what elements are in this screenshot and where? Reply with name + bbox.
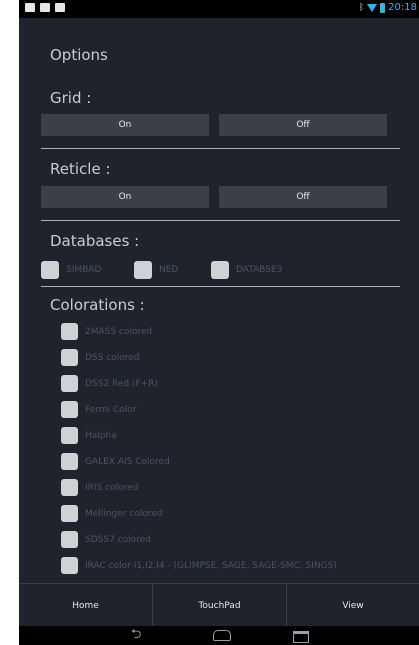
- coloration-checkbox[interactable]: 2MASS colored: [61, 323, 152, 340]
- divider: [41, 286, 400, 287]
- checkbox-box[interactable]: [61, 531, 78, 548]
- coloration-checkbox[interactable]: IRIS colored: [61, 479, 138, 496]
- checkbox-box[interactable]: [41, 261, 59, 279]
- coloration-checkbox[interactable]: Fermi Color: [61, 401, 136, 418]
- coloration-checkbox[interactable]: GALEX AIS Colored: [61, 453, 170, 470]
- tab-view[interactable]: View: [287, 584, 419, 627]
- coloration-checkbox[interactable]: DSS2 Red (F+R): [61, 375, 158, 392]
- tab-touchpad[interactable]: TouchPad: [153, 584, 286, 627]
- checkbox-box[interactable]: [61, 557, 78, 574]
- coloration-checkbox[interactable]: DSS colored: [61, 349, 139, 366]
- grid-on-button[interactable]: On: [41, 114, 209, 136]
- coloration-checkbox[interactable]: Halpha: [61, 427, 117, 444]
- database-simbad-checkbox[interactable]: SIMBAD: [41, 261, 101, 279]
- bluetooth-icon: ᛒ: [358, 2, 365, 13]
- checkbox-box[interactable]: [134, 261, 152, 279]
- options-title: Options: [50, 46, 108, 64]
- status-time: 20:18: [388, 2, 417, 13]
- recent-apps-icon[interactable]: [293, 631, 309, 643]
- status-bar: ᛒ 20:18: [19, 0, 419, 18]
- checkbox-box[interactable]: [61, 479, 78, 496]
- tab-home[interactable]: Home: [19, 584, 152, 627]
- gallery-notification-icon: [25, 3, 35, 12]
- checkbox-box[interactable]: [61, 427, 78, 444]
- image-notification-icon: [55, 3, 65, 12]
- coloration-checkbox[interactable]: Mellinger colored: [61, 505, 163, 522]
- checkbox-box[interactable]: [61, 453, 78, 470]
- reticle-label: Reticle :: [50, 160, 111, 178]
- reticle-off-button[interactable]: Off: [219, 186, 387, 208]
- checkbox-box[interactable]: [211, 261, 229, 279]
- checkbox-box[interactable]: [61, 505, 78, 522]
- check-notification-icon: [40, 3, 50, 12]
- grid-label: Grid :: [50, 89, 92, 107]
- coloration-checkbox[interactable]: IRAC color I1,I2,I4 - (GLIMPSE, SAGE, SA…: [61, 557, 337, 574]
- app-screen: ᛒ 20:18 Options Grid : On Off Reticle : …: [19, 0, 419, 645]
- wifi-icon: [367, 4, 378, 12]
- reticle-on-button[interactable]: On: [41, 186, 209, 208]
- back-icon[interactable]: ⮌: [131, 628, 141, 642]
- divider: [41, 148, 400, 149]
- grid-off-button[interactable]: Off: [219, 114, 387, 136]
- checkbox-box[interactable]: [61, 375, 78, 392]
- checkbox-box[interactable]: [61, 349, 78, 366]
- home-icon[interactable]: [213, 630, 231, 641]
- checkbox-box[interactable]: [61, 401, 78, 418]
- colorations-label: Colorations :: [50, 296, 145, 314]
- coloration-checkbox[interactable]: SDSS7 colored: [61, 531, 151, 548]
- battery-icon: [380, 2, 386, 13]
- navigation-bar: ⮌: [19, 626, 419, 645]
- databases-label: Databases :: [50, 232, 140, 250]
- checkbox-box[interactable]: [61, 323, 78, 340]
- bottom-tab-bar: Home TouchPad View: [19, 583, 419, 627]
- database-ned-checkbox[interactable]: NED: [134, 261, 178, 279]
- database-3-checkbox[interactable]: DATABSE3: [211, 261, 282, 279]
- divider: [41, 220, 400, 221]
